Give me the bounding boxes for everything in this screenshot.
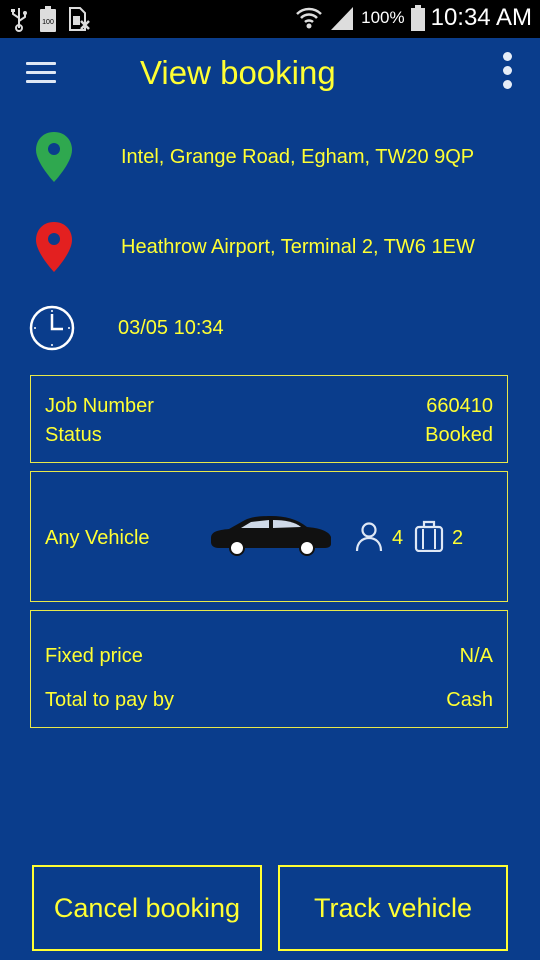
cancel-booking-button[interactable]: Cancel booking — [32, 865, 262, 951]
app-bar: View booking — [0, 38, 540, 110]
battery-icon — [410, 5, 425, 31]
payment-card: Fixed price N/A Total to pay by Cash — [30, 610, 508, 728]
dropoff-address: Heathrow Airport, Terminal 2, TW6 1EW — [121, 236, 475, 258]
booking-datetime: 03/05 10:34 — [118, 317, 224, 339]
more-vert-icon[interactable] — [500, 52, 514, 92]
passenger-count: 4 — [392, 527, 404, 549]
dropoff-pin-icon — [36, 222, 72, 272]
status-label: Status — [45, 424, 102, 446]
hamburger-menu-icon[interactable] — [26, 62, 56, 86]
status-right-icons: 100% 10:34 AM — [295, 4, 532, 32]
sim-blocked-icon — [69, 7, 90, 31]
svg-text:100: 100 — [42, 19, 54, 26]
car-icon — [211, 516, 331, 556]
wifi-icon — [296, 7, 322, 29]
clock-icon — [29, 305, 75, 351]
passenger-icon — [355, 522, 383, 552]
fixed-price-label: Fixed price — [45, 645, 143, 667]
battery-percent: 100% — [361, 8, 405, 27]
dropoff-row: Heathrow Airport, Terminal 2, TW6 1EW — [0, 218, 540, 276]
battery-100-icon: 100 — [40, 6, 56, 32]
signal-icon — [331, 7, 354, 30]
job-number-label: Job Number — [45, 395, 154, 417]
pay-by-label: Total to pay by — [45, 689, 174, 711]
status-value: Booked — [425, 424, 493, 446]
job-card: Job Number 660410 Status Booked — [30, 375, 508, 463]
page-title: View booking — [140, 54, 336, 91]
track-vehicle-button[interactable]: Track vehicle — [278, 865, 508, 951]
pay-by-value: Cash — [446, 689, 493, 711]
status-left-icons: 100 — [10, 6, 90, 32]
datetime-row: 03/05 10:34 — [0, 304, 540, 352]
status-bar: 100 100% 10:34 AM — [0, 0, 540, 38]
job-number-value: 660410 — [426, 395, 493, 417]
status-time: 10:34 AM — [430, 4, 532, 31]
pickup-pin-icon — [36, 132, 72, 182]
vehicle-card: Any Vehicle 4 2 — [30, 471, 508, 602]
usb-icon — [11, 8, 27, 32]
luggage-count: 2 — [452, 527, 464, 549]
fixed-price-value: N/A — [459, 645, 493, 667]
vehicle-type: Any Vehicle — [45, 527, 150, 549]
luggage-icon — [414, 520, 444, 552]
pickup-row: Intel, Grange Road, Egham, TW20 9QP — [0, 128, 540, 186]
pickup-address: Intel, Grange Road, Egham, TW20 9QP — [121, 146, 475, 168]
